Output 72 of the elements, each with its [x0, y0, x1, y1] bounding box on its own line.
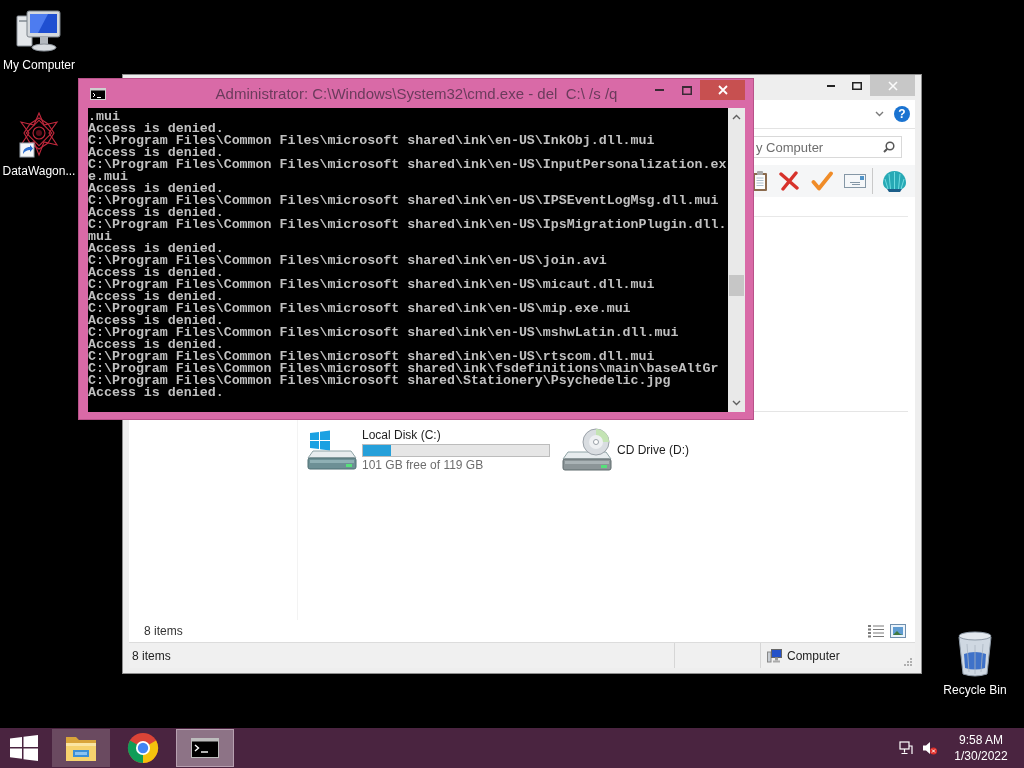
drive-label[interactable]: CD Drive (D:) — [617, 443, 689, 457]
browser-icon — [127, 732, 159, 764]
desktop-icon-label[interactable]: My Computer — [3, 58, 75, 72]
resize-grip-icon[interactable] — [903, 657, 912, 666]
console-line: e.mui — [88, 171, 128, 183]
status-location: Computer — [787, 648, 840, 663]
network-icon[interactable] — [899, 741, 913, 755]
console-line: Access is denied. — [88, 183, 224, 195]
chevron-down-icon[interactable] — [875, 111, 884, 117]
desktop-icon-label[interactable]: Recycle Bin — [943, 683, 1007, 697]
computer-icon[interactable] — [16, 10, 62, 52]
console-line: C:\Program Files\Common Files\microsoft shared\ink\en-US\mip.exe.mui — [88, 303, 632, 315]
clock-date[interactable]: 1/30/2022 — [954, 748, 1008, 764]
mandala-shortcut-icon[interactable] — [19, 112, 59, 158]
console-line: C:\Program Files\Common Files\microsoft shared\ink\en-US\mshwLatin.dll.mui — [88, 327, 680, 339]
large-icons-view-icon[interactable] — [890, 624, 906, 638]
minimize-icon — [655, 89, 664, 91]
console-line: Access is denied. — [88, 339, 224, 351]
folder-icon — [65, 734, 97, 762]
console-line: Access is denied. — [88, 123, 224, 135]
chevron-up-icon[interactable] — [732, 114, 741, 120]
taskbar-button[interactable] — [176, 729, 234, 767]
console-line: Access is denied. — [88, 267, 224, 279]
console-line: C:\Program Files\Common Files\microsoft shared\Stationery\Psychedelic.jpg — [88, 375, 672, 387]
console-line: C:\Program Files\Common Files\microsoft shared\ink\fsdefinitions\main\baseAltGr — [88, 363, 720, 375]
terminal-icon — [90, 87, 106, 100]
console-line: Access is denied. — [88, 387, 225, 399]
console-line: C:\Program Files\Common Files\microsoft shared\ink\en-US\rtscom.dll.mui — [88, 351, 655, 363]
close-icon — [887, 80, 898, 91]
taskbar-button[interactable] — [52, 729, 110, 767]
console-line: C:\Program Files\Common Files\microsoft shared\ink\en-US\InputPersonalization.ex — [88, 159, 728, 171]
minimize-icon — [827, 84, 835, 87]
console-line: Access is denied. — [88, 207, 224, 219]
console-line: mui — [88, 231, 112, 243]
console-line: Access is denied. — [88, 315, 224, 327]
terminal-icon — [191, 738, 219, 758]
console-line: .mui — [88, 111, 120, 123]
envelope-icon[interactable] — [844, 174, 866, 188]
volume-icon[interactable] — [922, 741, 937, 755]
console-line: C:\Program Files\Common Files\microsoft shared\ink\en-US\join.avi — [88, 255, 608, 267]
console-line: Access is denied. — [88, 147, 224, 159]
shell-icon[interactable] — [882, 169, 907, 193]
status-item-count: 8 items — [132, 648, 171, 663]
windows-logo-icon — [10, 735, 38, 761]
scrollbar[interactable] — [728, 108, 745, 412]
console-line: C:\Program Files\Common Files\microsoft shared\ink\en-US\micaut.dll.mui — [88, 279, 656, 291]
cd-drive-icon[interactable] — [562, 428, 612, 472]
scrollbar-thumb[interactable] — [729, 275, 744, 296]
maximize-icon — [681, 85, 692, 95]
console-line: Access is denied. — [88, 291, 224, 303]
free-space-text: 101 GB free of 119 GB — [362, 458, 484, 472]
hard-drive-icon[interactable] — [307, 428, 357, 472]
console-line: Access is denied. — [88, 243, 224, 255]
check-icon[interactable] — [811, 171, 833, 191]
console-line: C:\Program Files\Common Files\microsoft shared\ink\en-US\IpsMigrationPlugin.dll. — [88, 219, 728, 231]
trash-bin-icon[interactable] — [955, 630, 995, 678]
cross-icon[interactable] — [778, 171, 800, 191]
close-icon — [717, 85, 728, 95]
help-button[interactable]: ? — [894, 106, 910, 122]
item-count: 8 items — [144, 624, 183, 638]
window-title: Administrator: C:\Windows\System32\cmd.exe - del C:\ /s /q — [215, 85, 618, 102]
chevron-down-icon[interactable] — [732, 400, 741, 406]
console-line: C:\Program Files\Common Files\microsoft shared\ink\en-US\IPSEventLogMsg.dll.mui — [88, 195, 720, 207]
clock-time[interactable]: 9:58 AM — [959, 732, 1003, 748]
computer-icon — [767, 648, 782, 663]
maximize-icon — [852, 81, 862, 90]
details-view-icon[interactable] — [868, 624, 884, 638]
close-button[interactable] — [700, 80, 745, 100]
drive-label[interactable]: Local Disk (C:) — [362, 428, 441, 442]
desktop-icon-label[interactable]: DataWagon... — [2, 164, 76, 178]
search-icon[interactable] — [883, 141, 895, 153]
console-line: C:\Program Files\Common Files\microsoft shared\ink\en-US\InkObj.dll.mui — [88, 135, 656, 147]
